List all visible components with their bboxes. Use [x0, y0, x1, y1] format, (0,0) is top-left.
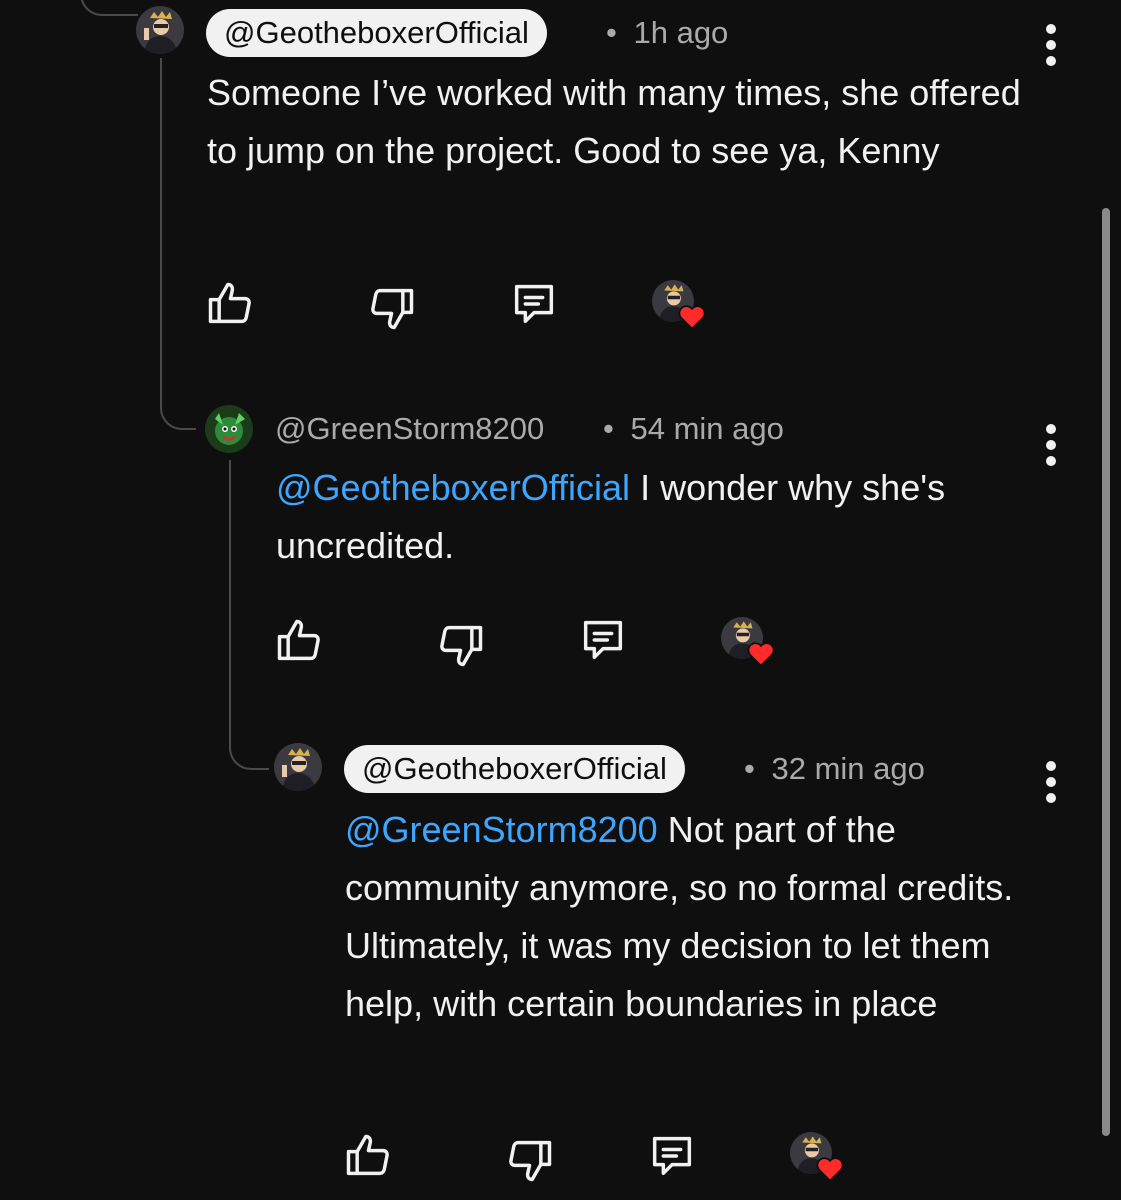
comment-body: @GreenStorm8200 Not part of the communit… — [345, 801, 1055, 1033]
separator-dot: • — [603, 411, 614, 446]
comment-timestamp: • 32 min ago — [744, 749, 925, 789]
timestamp-text: 54 min ago — [630, 411, 784, 446]
comment-text: Someone I’ve worked with many times, she… — [207, 72, 1021, 171]
thread-line-2 — [229, 460, 231, 730]
heart-icon — [678, 305, 706, 330]
reply-comment-icon[interactable] — [577, 614, 629, 666]
thread-connector-top — [80, 0, 138, 16]
thumbs-down-icon[interactable] — [366, 282, 418, 334]
thumbs-down-icon[interactable] — [435, 619, 487, 671]
thread-line-1 — [160, 58, 162, 398]
timestamp-text: 1h ago — [633, 15, 729, 50]
thumbs-down-icon[interactable] — [504, 1134, 556, 1186]
comment-body: @GeotheboxerOfficial I wonder why she's … — [276, 459, 1016, 575]
mention-link[interactable]: @GreenStorm8200 — [345, 809, 658, 850]
avatar[interactable] — [205, 405, 253, 453]
avatar[interactable] — [274, 743, 322, 791]
timestamp-text: 32 min ago — [771, 751, 925, 786]
more-vertical-icon[interactable] — [1045, 424, 1057, 472]
avatar[interactable] — [136, 6, 184, 54]
reply-comment-icon[interactable] — [646, 1130, 698, 1182]
thumbs-up-icon[interactable] — [273, 615, 325, 667]
thumbs-up-icon[interactable] — [342, 1130, 394, 1182]
separator-dot: • — [606, 15, 617, 50]
author-name-pill[interactable]: @GeotheboxerOfficial — [344, 745, 685, 793]
author-name[interactable]: @GreenStorm8200 — [275, 409, 544, 449]
comment-body: Someone I’ve worked with many times, she… — [207, 64, 1037, 180]
creator-heart-icon — [790, 1132, 844, 1182]
author-name-pill[interactable]: @GeotheboxerOfficial — [206, 9, 547, 57]
geotheboxer-avatar-image — [136, 6, 184, 54]
mention-link[interactable]: @GeotheboxerOfficial — [276, 467, 630, 508]
thread-connector-reply-1 — [160, 380, 196, 430]
thumbs-up-icon[interactable] — [204, 278, 256, 330]
heart-icon — [747, 642, 775, 667]
thread-connector-reply-2 — [229, 714, 269, 770]
creator-heart-icon — [652, 280, 706, 330]
geotheboxer-avatar-image — [274, 743, 322, 791]
scrollbar[interactable] — [1102, 208, 1110, 1136]
comment-timestamp: • 1h ago — [606, 13, 728, 53]
reply-comment-icon[interactable] — [508, 278, 560, 330]
more-vertical-icon[interactable] — [1045, 24, 1057, 72]
heart-icon — [816, 1157, 844, 1182]
comment-timestamp: • 54 min ago — [603, 409, 784, 449]
creator-heart-icon — [721, 617, 775, 667]
greenstorm-avatar-image — [205, 405, 253, 453]
separator-dot: • — [744, 751, 755, 786]
